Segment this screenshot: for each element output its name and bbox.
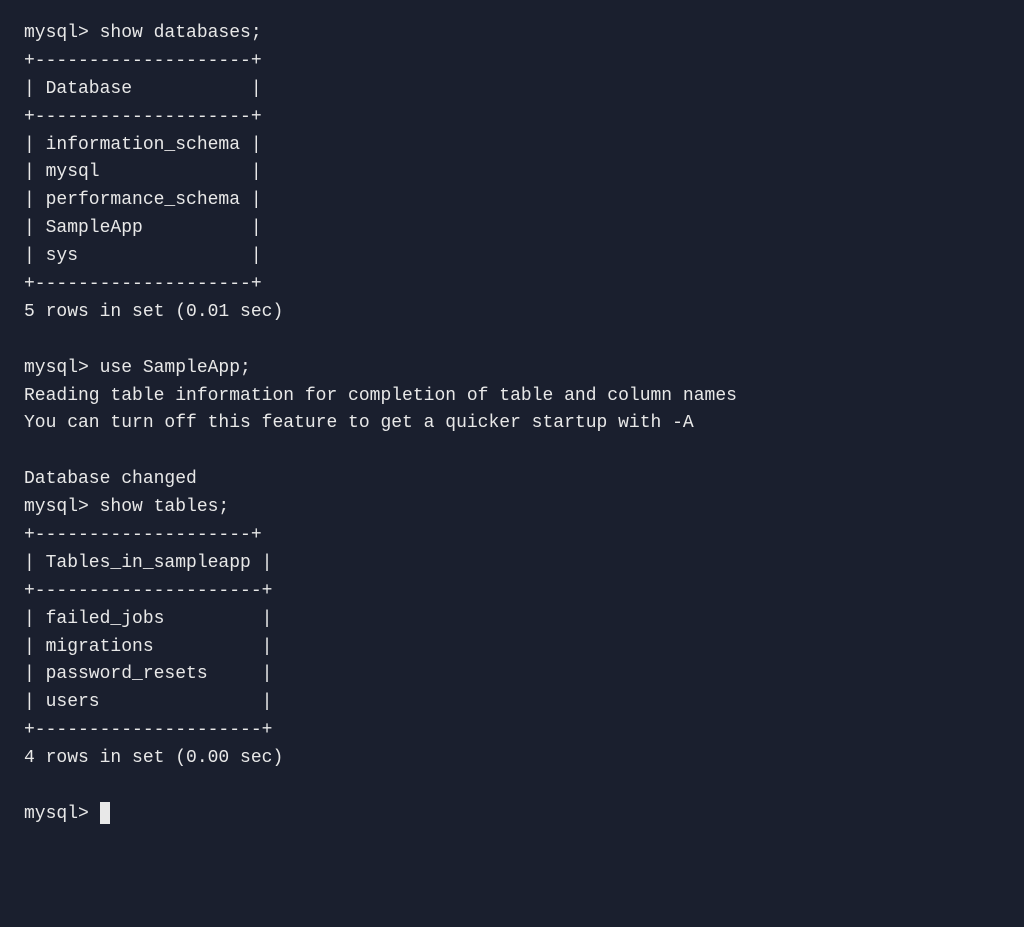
terminal-line-l15: Database changed <box>24 466 1000 494</box>
terminal-line-l24: +---------------------+ <box>24 717 1000 745</box>
terminal-line-l7: | performance_schema | <box>24 187 1000 215</box>
terminal-line-l8: | SampleApp | <box>24 215 1000 243</box>
terminal-line-l20: | failed_jobs | <box>24 606 1000 634</box>
terminal-line-l12: mysql> use SampleApp; <box>24 355 1000 383</box>
terminal-line-l14: You can turn off this feature to get a q… <box>24 410 1000 438</box>
terminal-line-l17: +--------------------+ <box>24 522 1000 550</box>
terminal-line-l1: mysql> show databases; <box>24 20 1000 48</box>
terminal-line-l25: 4 rows in set (0.00 sec) <box>24 745 1000 773</box>
terminal-line-blank1 <box>24 327 1000 355</box>
terminal-window: mysql> show databases;+-----------------… <box>24 20 1000 829</box>
terminal-line-l2: +--------------------+ <box>24 48 1000 76</box>
terminal-line-l16: mysql> show tables; <box>24 494 1000 522</box>
terminal-line-blank2 <box>24 438 1000 466</box>
terminal-line-l10: +--------------------+ <box>24 271 1000 299</box>
terminal-line-l22: | password_resets | <box>24 661 1000 689</box>
terminal-line-blank3 <box>24 773 1000 801</box>
terminal-line-l13: Reading table information for completion… <box>24 383 1000 411</box>
terminal-line-l18: | Tables_in_sampleapp | <box>24 550 1000 578</box>
terminal-line-l23: | users | <box>24 689 1000 717</box>
terminal-line-l19: +---------------------+ <box>24 578 1000 606</box>
terminal-cursor <box>100 802 110 824</box>
terminal-line-l9: | sys | <box>24 243 1000 271</box>
terminal-line-l5: | information_schema | <box>24 132 1000 160</box>
terminal-line-l11: 5 rows in set (0.01 sec) <box>24 299 1000 327</box>
terminal-line-l21: | migrations | <box>24 634 1000 662</box>
terminal-output: mysql> show databases;+-----------------… <box>24 20 1000 829</box>
terminal-line-l6: | mysql | <box>24 159 1000 187</box>
terminal-line-l26: mysql> <box>24 801 1000 829</box>
terminal-line-l4: +--------------------+ <box>24 104 1000 132</box>
terminal-line-l3: | Database | <box>24 76 1000 104</box>
